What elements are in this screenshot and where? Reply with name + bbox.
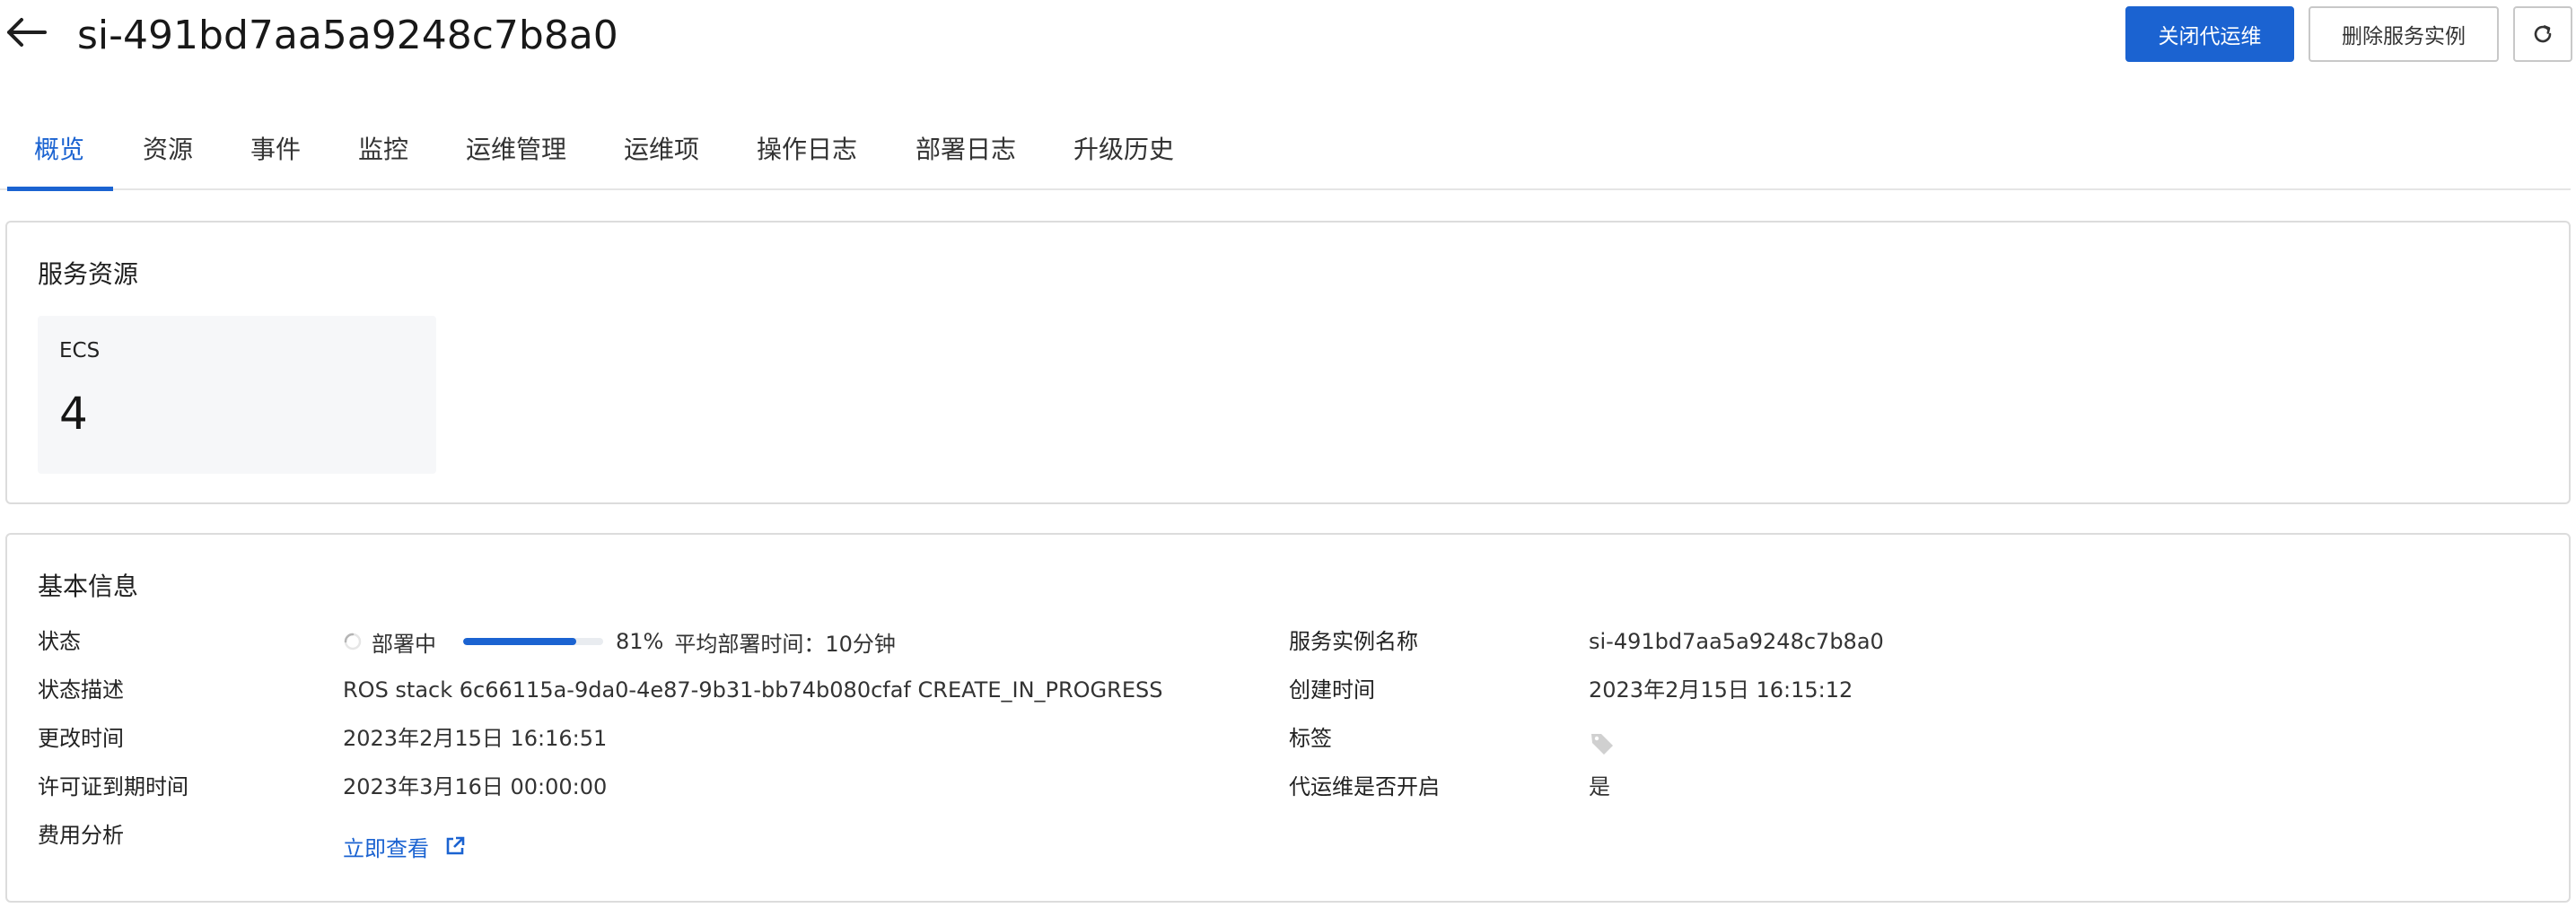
resource-name: ECS [59,339,101,362]
loading-spinner-icon [344,633,362,650]
status-value: 部署中 81% 平均部署时间：10分钟 [343,626,896,657]
modified-time-label: 更改时间 [38,726,124,751]
instance-name-value: si-491bd7aa5a9248c7b8a0 [1589,629,1884,654]
refresh-button[interactable] [2513,6,2572,62]
disable-managed-ops-button[interactable]: 关闭代运维 [2125,6,2294,62]
resource-item-ecs[interactable]: ECS 4 [38,316,436,474]
cost-analysis-label: 费用分析 [38,823,124,848]
basic-info-card: 基本信息 状态 状态描述 更改时间 许可证到期时间 费用分析 部署中 81% 平… [5,533,2571,903]
active-tab-indicator [7,187,113,191]
page-title: si-491bd7aa5a9248c7b8a0 [77,13,618,58]
cost-analysis-link-text: 立即查看 [343,835,429,861]
created-time-label: 创建时间 [1289,677,1375,703]
instance-name-label: 服务实例名称 [1289,629,1418,654]
status-text: 部署中 [372,631,436,657]
tab-deployment-logs[interactable]: 部署日志 [916,118,1016,190]
page: si-491bd7aa5a9248c7b8a0 关闭代运维 删除服务实例 概览 … [0,0,2576,908]
tab-resources[interactable]: 资源 [143,118,193,190]
delete-instance-button[interactable]: 删除服务实例 [2309,6,2499,62]
service-resources-card: 服务资源 ECS 4 [5,221,2571,504]
tab-operation-logs[interactable]: 操作日志 [757,118,857,190]
tab-overview[interactable]: 概览 [34,118,84,190]
modified-time-value: 2023年2月15日 16:16:51 [343,726,608,751]
back-button[interactable] [2,13,50,52]
progress-percent: 81% [616,629,664,654]
resource-count: 4 [59,388,88,440]
license-expiry-value: 2023年3月16日 00:00:00 [343,774,608,799]
deploy-progress-bar [463,638,603,645]
external-link-icon [446,836,465,855]
created-time-value: 2023年2月15日 16:15:12 [1589,677,1853,703]
service-resources-title: 服务资源 [38,259,139,289]
tags-label: 标签 [1289,726,1332,751]
managed-ops-enabled-label: 代运维是否开启 [1289,774,1440,799]
tab-events[interactable]: 事件 [250,118,301,190]
page-header: si-491bd7aa5a9248c7b8a0 关闭代运维 删除服务实例 [0,0,2576,72]
status-label: 状态 [38,629,81,654]
tag-icon[interactable] [1589,730,1616,757]
cost-analysis-link[interactable]: 立即查看 [343,831,465,861]
tab-ops-items[interactable]: 运维项 [624,118,699,190]
refresh-icon [2534,25,2552,43]
managed-ops-enabled-value: 是 [1589,774,1610,799]
average-deploy-time: 平均部署时间：10分钟 [674,631,896,657]
tab-ops-management[interactable]: 运维管理 [466,118,566,190]
tab-upgrade-history[interactable]: 升级历史 [1073,118,1174,190]
status-description-value: ROS stack 6c66115a-9da0-4e87-9b31-bb74b0… [343,677,1163,703]
tab-bar: 概览 资源 事件 监控 运维管理 运维项 操作日志 部署日志 升级历史 [0,118,2571,191]
basic-info-title: 基本信息 [38,572,139,601]
deploy-progress-fill [463,638,577,645]
status-description-label: 状态描述 [38,677,124,703]
license-expiry-label: 许可证到期时间 [38,774,188,799]
tab-monitoring[interactable]: 监控 [358,118,408,190]
arrow-left-icon [7,18,47,47]
